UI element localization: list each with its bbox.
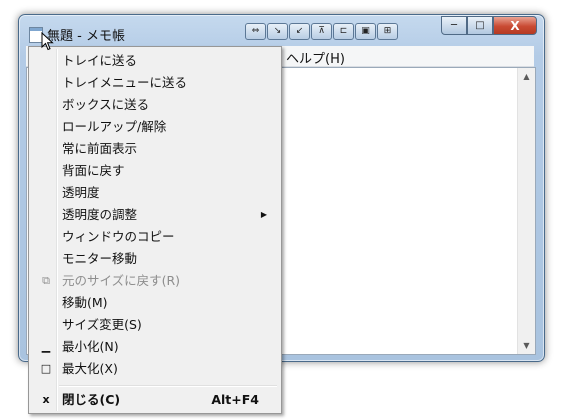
maximize-button[interactable]: □: [467, 16, 493, 35]
menu-item-label: 閉じる(C): [62, 392, 121, 407]
menu-item-label: 常に前面表示: [62, 141, 138, 156]
menu-item-resize[interactable]: サイズ変更(S): [31, 314, 277, 336]
menu-item-move-monitor[interactable]: モニター移動: [31, 248, 277, 270]
window-context-menu: トレイに送る トレイメニューに送る ボックスに送る ロールアップ/解除 常に前面…: [28, 46, 282, 414]
menu-item-label: ウィンドウのコピー: [62, 229, 175, 244]
menu-item-restore: ⧉ 元のサイズに戻す(R): [31, 270, 277, 292]
menu-item-label: 透明度の調整: [62, 207, 138, 222]
menu-item-copy-window[interactable]: ウィンドウのコピー: [31, 226, 277, 248]
menu-item-close[interactable]: x 閉じる(C) Alt+F4: [31, 389, 277, 411]
menu-item-send-to-tray-menu[interactable]: トレイメニューに送る: [31, 72, 277, 94]
minimize-icon: ▁: [41, 340, 51, 353]
tray-menu-icon[interactable]: ↘: [267, 23, 288, 40]
rollup-icon[interactable]: ⊼: [311, 23, 332, 40]
menu-item-label: トレイに送る: [62, 53, 138, 68]
menu-item-label: ボックスに送る: [62, 97, 150, 112]
caption-buttons: ─ □ X: [441, 16, 537, 35]
menu-item-transparency-adjust[interactable]: 透明度の調整 ▶: [31, 204, 277, 226]
window-title: 無題 - メモ帳: [47, 29, 125, 44]
minimize-button[interactable]: ─: [441, 16, 467, 35]
menu-help[interactable]: ヘルプ(H): [286, 48, 345, 67]
menu-item-label: ロールアップ/解除: [62, 119, 167, 134]
topmost-icon[interactable]: ⊏: [333, 23, 354, 40]
menu-item-always-on-top[interactable]: 常に前面表示: [31, 138, 277, 160]
menu-item-label: 移動(M): [62, 295, 108, 310]
menu-item-transparency[interactable]: 透明度: [31, 182, 277, 204]
menu-item-send-to-box[interactable]: ボックスに送る: [31, 94, 277, 116]
menu-item-rollup[interactable]: ロールアップ/解除: [31, 116, 277, 138]
menu-item-label: 背面に戻す: [62, 163, 125, 178]
restore-icon: ⧉: [42, 274, 50, 287]
scroll-up-icon[interactable]: ▲: [518, 72, 535, 81]
menu-item-label: サイズ変更(S): [62, 317, 142, 332]
submenu-arrow-icon: ▶: [260, 210, 267, 219]
send-to-tray-icon[interactable]: ⇔: [245, 23, 266, 40]
menu-item-shortcut: Alt+F4: [211, 392, 259, 407]
menu-separator: [59, 385, 277, 387]
menu-item-move[interactable]: 移動(M): [31, 292, 277, 314]
menu-item-send-to-tray[interactable]: トレイに送る: [31, 50, 277, 72]
menu-item-label: モニター移動: [62, 251, 138, 266]
menu-item-label: 最小化(N): [62, 339, 119, 354]
maximize-icon: □: [40, 362, 52, 375]
menu-item-label: トレイメニューに送る: [62, 75, 188, 90]
close-icon: x: [42, 393, 50, 406]
close-button[interactable]: X: [493, 16, 537, 35]
box-icon[interactable]: ↙: [289, 23, 310, 40]
extra-title-buttons: ⇔ ↘ ↙ ⊼ ⊏ ▣ ⊞: [245, 23, 398, 40]
menu-item-minimize[interactable]: ▁ 最小化(N): [31, 336, 277, 358]
scroll-down-icon[interactable]: ▼: [518, 341, 535, 350]
mouse-cursor-icon: [41, 32, 54, 51]
vertical-scrollbar[interactable]: ▲ ▼: [517, 68, 535, 354]
transparency-icon[interactable]: ▣: [355, 23, 376, 40]
copy-window-icon[interactable]: ⊞: [377, 23, 398, 40]
menu-item-label: 元のサイズに戻す(R): [62, 273, 181, 288]
menu-item-label: 最大化(X): [62, 361, 118, 376]
menu-item-send-to-back[interactable]: 背面に戻す: [31, 160, 277, 182]
menu-item-maximize[interactable]: □ 最大化(X): [31, 358, 277, 380]
menu-item-label: 透明度: [62, 185, 100, 200]
title-bar[interactable]: 無題 - メモ帳 ⇔ ↘ ↙ ⊼ ⊏ ▣ ⊞ ─ □ X: [19, 15, 544, 45]
